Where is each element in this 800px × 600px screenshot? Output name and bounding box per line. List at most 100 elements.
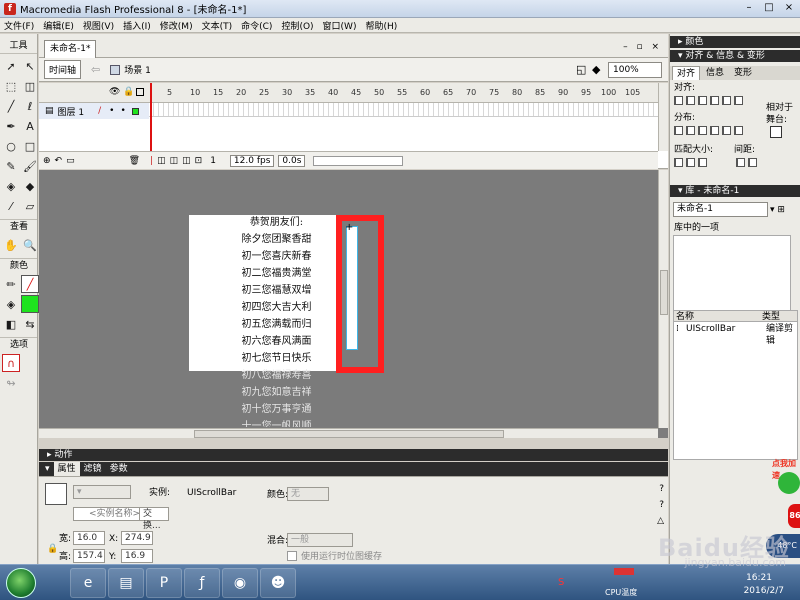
- onion-markers-icon[interactable]: ⊡: [195, 156, 203, 166]
- stage-vscroll[interactable]: [658, 170, 668, 428]
- lasso-tool-icon[interactable]: ℓ: [21, 97, 39, 115]
- add-folder-icon[interactable]: ▭: [66, 156, 75, 166]
- add-layer-icon[interactable]: ⊕: [43, 156, 51, 166]
- line-tool-icon[interactable]: ╱: [2, 97, 20, 115]
- tab-filters[interactable]: 滤镜: [80, 462, 106, 476]
- height-input[interactable]: 157.4: [73, 549, 105, 563]
- menu-window[interactable]: 窗口(W): [323, 19, 357, 32]
- playhead[interactable]: [150, 83, 152, 151]
- onion-outline-icon[interactable]: ◫: [170, 156, 179, 166]
- straighten-icon[interactable]: ↬: [2, 374, 20, 392]
- layer-color-swatch[interactable]: [131, 107, 139, 115]
- menu-help[interactable]: 帮助(H): [365, 19, 397, 32]
- timeline-hscroll[interactable]: [313, 155, 404, 166]
- start-button[interactable]: [6, 568, 36, 598]
- tab-align[interactable]: 对齐: [672, 66, 701, 80]
- tab-transform[interactable]: 变形: [730, 66, 756, 80]
- free-transform-tool-icon[interactable]: ⬚: [2, 77, 20, 95]
- fill-color-icon[interactable]: ◈: [2, 295, 20, 313]
- fill-transform-tool-icon[interactable]: ◫: [21, 77, 39, 95]
- distribute-vcenter-icon[interactable]: [686, 126, 695, 135]
- y-input[interactable]: 16.9: [121, 549, 153, 563]
- frame-track[interactable]: [149, 103, 658, 117]
- hscroll-thumb[interactable]: [194, 430, 504, 438]
- expand-icon[interactable]: △: [657, 515, 664, 527]
- library-panel-header[interactable]: ▾ 库 - 未命名-1: [670, 185, 800, 197]
- tab-properties[interactable]: 属性: [53, 462, 80, 476]
- align-top-icon[interactable]: [710, 96, 719, 105]
- actions-panel-header[interactable]: ▸ 动作: [39, 449, 668, 461]
- help-icon[interactable]: ?: [659, 483, 664, 495]
- timeline-scrollbar[interactable]: [658, 83, 668, 151]
- cache-checkbox[interactable]: [287, 551, 297, 561]
- blend-select[interactable]: 一般: [287, 533, 353, 547]
- accelerator-ball[interactable]: [778, 472, 800, 494]
- snap-magnet-icon[interactable]: ∩: [2, 354, 20, 372]
- match-width-icon[interactable]: [674, 158, 683, 167]
- fill-color-swatch[interactable]: [21, 295, 39, 313]
- eyedropper-tool-icon[interactable]: ⁄: [2, 197, 20, 215]
- align-right-icon[interactable]: [698, 96, 707, 105]
- qq-taskbar-icon[interactable]: ☻: [260, 568, 296, 598]
- menu-modify[interactable]: 修改(M): [160, 19, 193, 32]
- pencil-tool-icon[interactable]: ✎: [2, 157, 20, 175]
- swap-button[interactable]: 交换...: [139, 507, 169, 531]
- zoom-tool-icon[interactable]: 🔍: [21, 236, 39, 254]
- help-icon-2[interactable]: ?: [659, 499, 664, 511]
- text-tool-icon[interactable]: A: [21, 117, 39, 135]
- align-panel-header[interactable]: ▾ 对齐 & 信息 & 变形: [670, 50, 800, 62]
- document-window-controls[interactable]: – ▫ ×: [623, 42, 662, 52]
- layer-lock-dot[interactable]: •: [120, 106, 125, 116]
- vscroll-thumb[interactable]: [660, 270, 668, 315]
- match-both-icon[interactable]: [698, 158, 707, 167]
- minimize-button[interactable]: –: [742, 2, 756, 13]
- tab-parameters[interactable]: 参数: [106, 462, 132, 476]
- tab-document[interactable]: 未命名-1*: [44, 40, 97, 58]
- color-select[interactable]: 无: [287, 487, 329, 501]
- swap-colors-icon[interactable]: ◧: [2, 315, 20, 333]
- brush-tool-icon[interactable]: 🖌: [21, 157, 39, 175]
- back-arrow-icon[interactable]: ⇦: [91, 63, 100, 76]
- frame-rate[interactable]: 12.0 fps: [229, 154, 275, 167]
- list-item[interactable]: ⁞ UIScrollBar 编译剪辑: [674, 323, 797, 346]
- menu-view[interactable]: 视图(V): [83, 19, 114, 32]
- onion-skin-icon[interactable]: ◫: [157, 156, 166, 166]
- add-guide-icon[interactable]: ↶: [55, 156, 63, 166]
- center-frame-icon[interactable]: |: [150, 156, 153, 166]
- eraser-tool-icon[interactable]: ▱: [21, 197, 39, 215]
- zoom-select[interactable]: 100%: [608, 62, 662, 78]
- frame-ruler[interactable]: 5 10 15 20 25 30 35 40 45 50 55 60 65 70…: [149, 83, 658, 103]
- distribute-right-icon[interactable]: [734, 126, 743, 135]
- match-height-icon[interactable]: [686, 158, 695, 167]
- edit-multiple-icon[interactable]: ◫: [182, 156, 191, 166]
- space-horizontal-icon[interactable]: [748, 158, 757, 167]
- subselection-tool-icon[interactable]: ↖: [21, 57, 39, 75]
- security-tray-icon[interactable]: S: [558, 577, 564, 588]
- ppt-taskbar-icon[interactable]: P: [146, 568, 182, 598]
- distribute-hcenter-icon[interactable]: [722, 126, 731, 135]
- width-input[interactable]: 16.0: [73, 531, 105, 545]
- lock-ratio-icon[interactable]: 🔒: [47, 543, 58, 555]
- layer-row[interactable]: ▤ 图层 1 / • •: [39, 103, 149, 119]
- space-vertical-icon[interactable]: [736, 158, 745, 167]
- folder-taskbar-icon[interactable]: ▤: [108, 568, 144, 598]
- menu-file[interactable]: 文件(F): [4, 19, 34, 32]
- flash-taskbar-icon[interactable]: ƒ: [184, 568, 220, 598]
- pin-icon[interactable]: ▾ ⊞: [770, 204, 785, 216]
- edit-scene-icon[interactable]: ◱: [576, 63, 588, 76]
- eye-icon[interactable]: 👁: [109, 87, 120, 97]
- delete-layer-icon[interactable]: 🗑: [129, 156, 140, 166]
- outline-icon[interactable]: [136, 88, 144, 96]
- tab-info[interactable]: 信息: [702, 66, 728, 80]
- column-name[interactable]: 名称: [676, 311, 694, 323]
- to-stage-button[interactable]: [770, 126, 782, 138]
- distribute-bottom-icon[interactable]: [698, 126, 707, 135]
- paint-bucket-tool-icon[interactable]: ◆: [21, 177, 39, 195]
- stroke-color-swatch[interactable]: ╱: [21, 275, 39, 293]
- menu-commands[interactable]: 命令(C): [241, 19, 272, 32]
- align-bottom-icon[interactable]: [734, 96, 743, 105]
- collapse-arrow-icon[interactable]: ▾: [45, 464, 50, 474]
- x-input[interactable]: 274.9: [121, 531, 153, 545]
- timeline-toggle-button[interactable]: 时间轴: [44, 60, 82, 79]
- ink-bottle-tool-icon[interactable]: ◈: [2, 177, 20, 195]
